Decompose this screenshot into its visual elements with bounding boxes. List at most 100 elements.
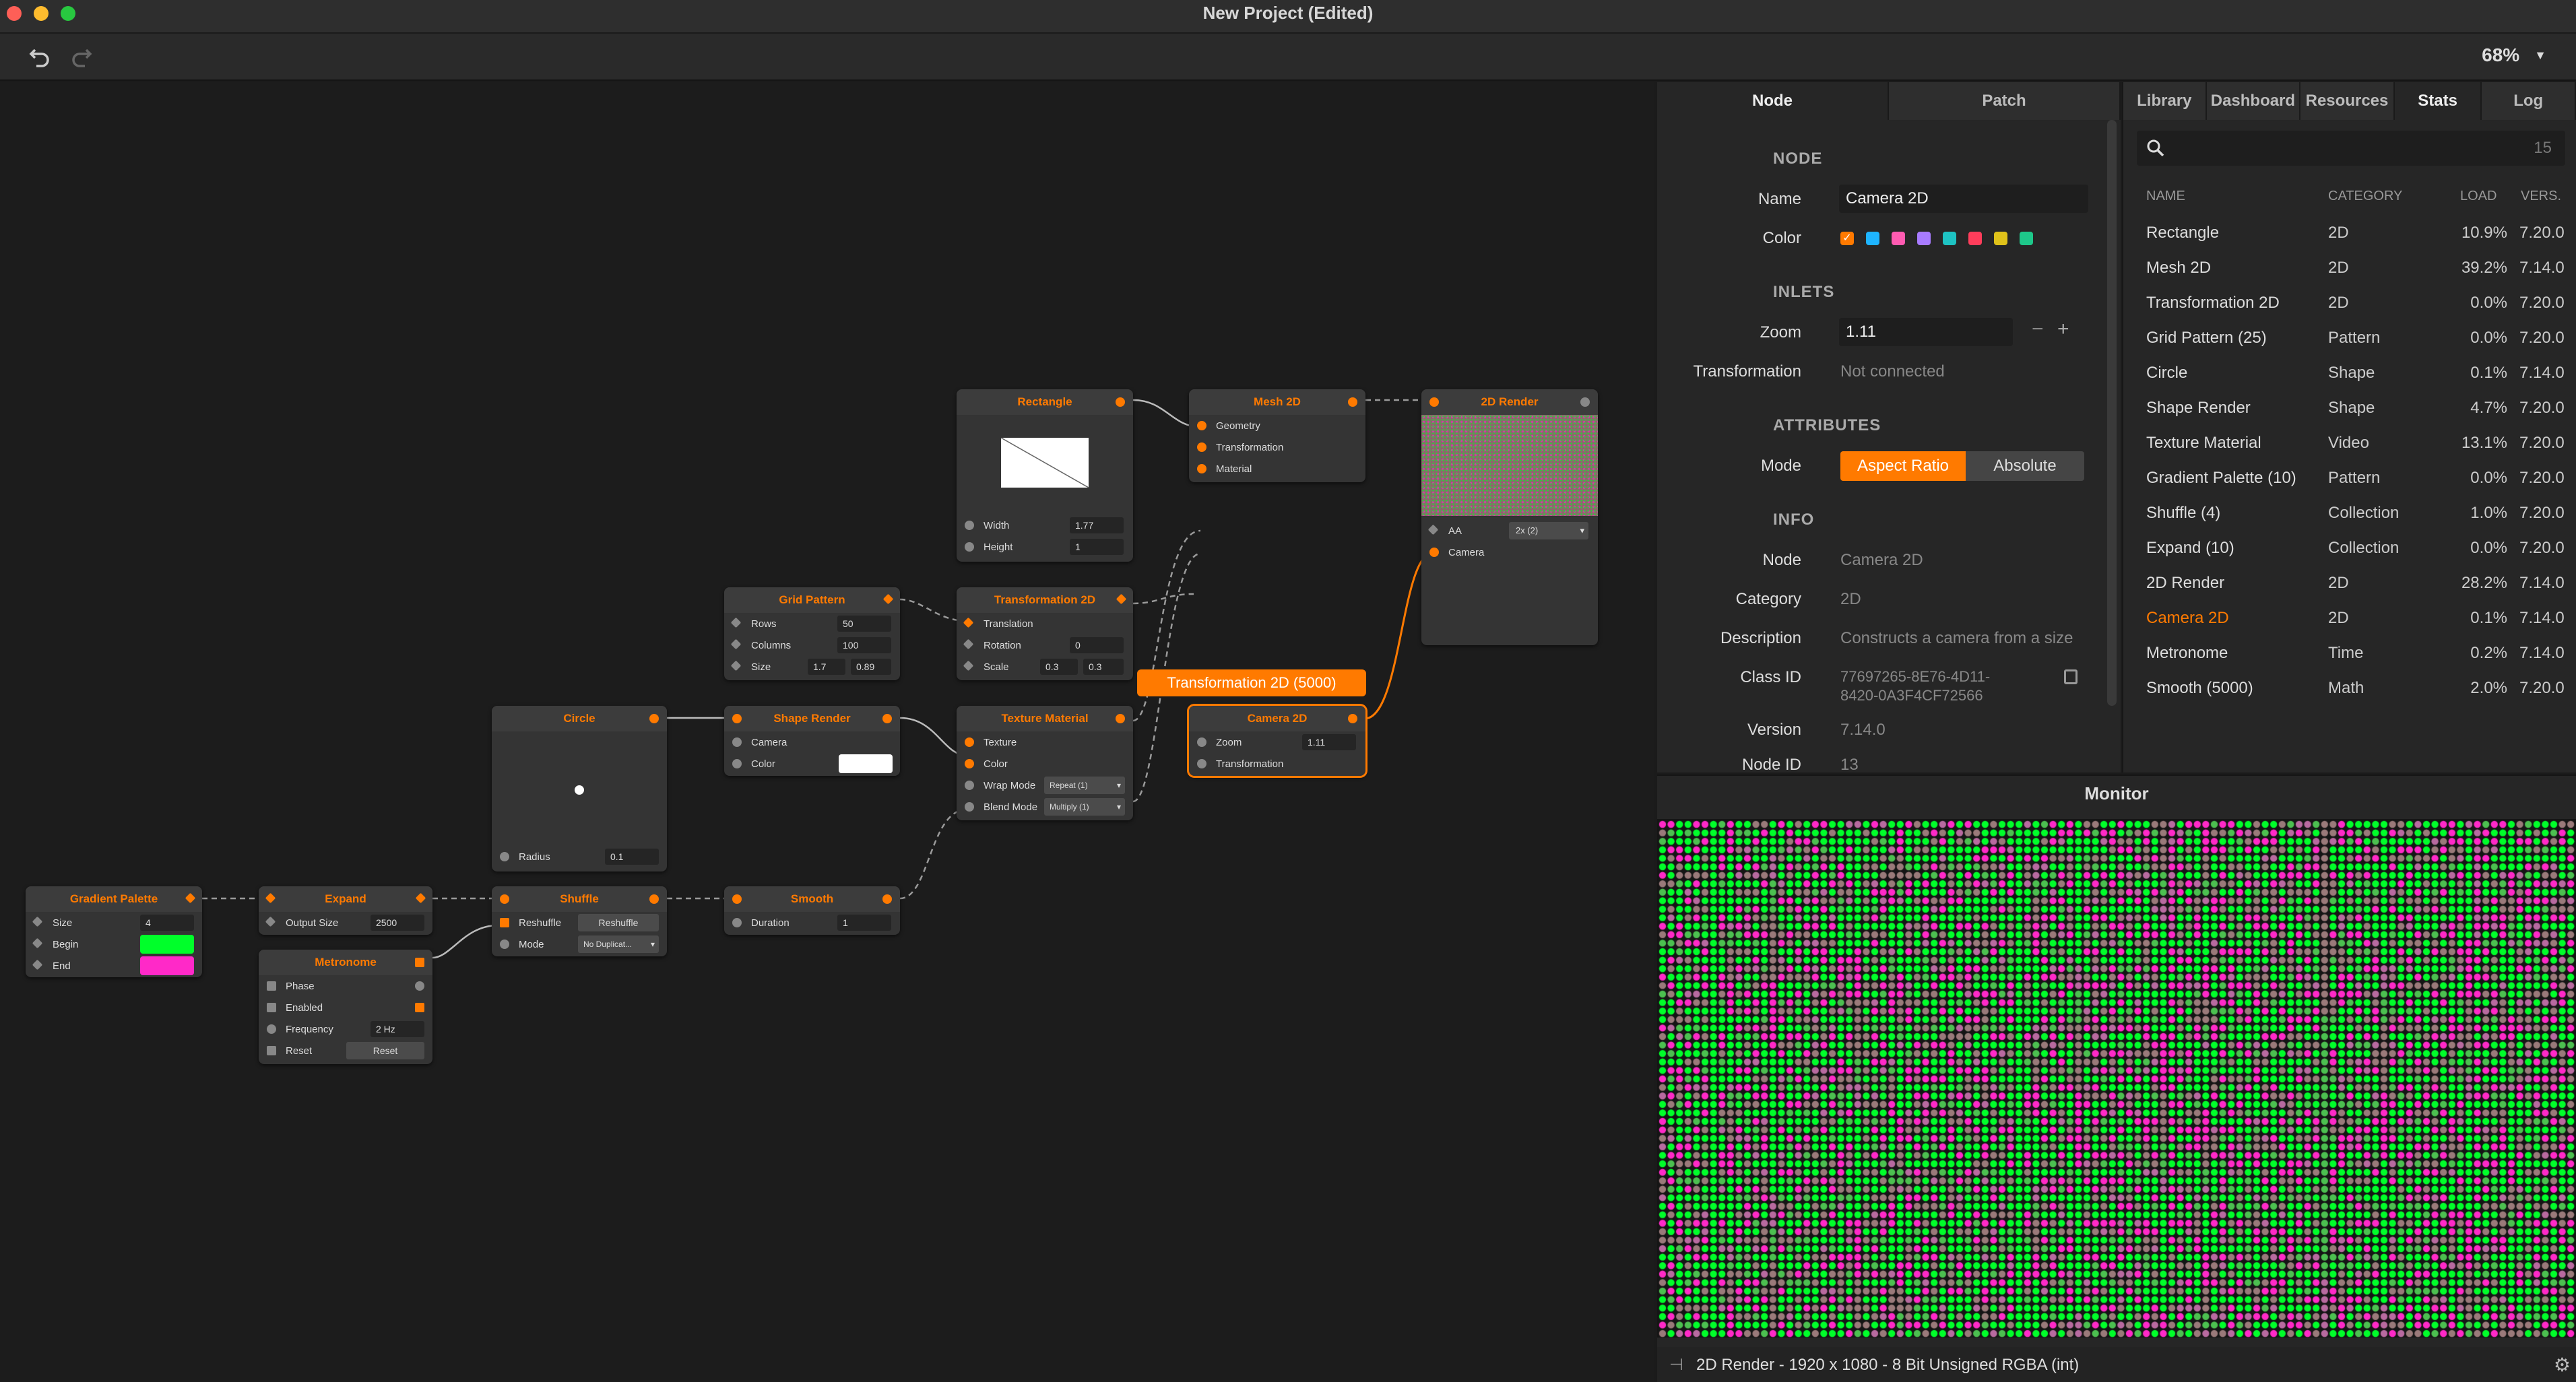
- table-row[interactable]: Rectangle 2D 10.9% 7.20.0: [2123, 216, 2576, 251]
- tab-patch[interactable]: Patch: [1889, 82, 2121, 120]
- table-row[interactable]: Grid Pattern (25) Pattern 0.0% 7.20.0: [2123, 321, 2576, 356]
- undo-icon[interactable]: [27, 43, 54, 70]
- inlet-port[interactable]: [1429, 397, 1439, 407]
- table-row[interactable]: Circle Shape 0.1% 7.14.0: [2123, 356, 2576, 391]
- inlet-port[interactable]: [500, 894, 509, 904]
- outlet-port[interactable]: [882, 894, 892, 904]
- color-swatch[interactable]: [839, 754, 893, 773]
- inlet-port[interactable]: [965, 542, 974, 552]
- node-smooth[interactable]: Smooth Duration 1: [724, 886, 900, 935]
- mode-dropdown[interactable]: No Duplicat... ▾: [578, 935, 659, 953]
- redo-icon[interactable]: [67, 43, 94, 70]
- table-row[interactable]: Camera 2D 2D 0.1% 7.14.0: [2123, 601, 2576, 636]
- inlet-port[interactable]: [965, 759, 974, 768]
- tab-library[interactable]: Library: [2123, 82, 2207, 120]
- aa-dropdown[interactable]: 2x (2) ▾: [1509, 522, 1588, 539]
- reset-button[interactable]: Reset: [346, 1042, 424, 1059]
- inlet-port[interactable]: [265, 916, 276, 927]
- column-header-load[interactable]: LOAD: [2460, 189, 2497, 204]
- outlet-port[interactable]: [1116, 714, 1125, 723]
- inlet-port[interactable]: [500, 918, 509, 927]
- inlet-port[interactable]: [1197, 759, 1206, 768]
- inlet-port[interactable]: [732, 737, 742, 747]
- node-camera-2d[interactable]: Camera 2D Zoom 1.11 Transformation: [1187, 704, 1367, 778]
- inlet-port[interactable]: [732, 714, 742, 723]
- columns-field[interactable]: 100: [837, 637, 891, 653]
- table-row[interactable]: Smooth (5000) Math 2.0% 7.20.0: [2123, 671, 2576, 706]
- size-field[interactable]: 4: [140, 915, 194, 931]
- color-swatch[interactable]: [1943, 232, 1956, 245]
- inlet-port[interactable]: [1197, 421, 1206, 430]
- duration-field[interactable]: 1: [837, 915, 891, 931]
- color-swatch[interactable]: [1994, 232, 2007, 245]
- inlet-port[interactable]: [267, 1003, 276, 1012]
- outlet-port[interactable]: [1348, 397, 1357, 407]
- inlet-port[interactable]: [32, 937, 43, 949]
- node-rectangle[interactable]: Rectangle Width 1.77 Height 1: [957, 389, 1133, 562]
- color-swatch[interactable]: [1968, 232, 1982, 245]
- size-height-field[interactable]: 0.89: [851, 659, 891, 675]
- inlet-port[interactable]: [965, 781, 974, 790]
- mode-aspect-ratio-button[interactable]: Aspect Ratio: [1840, 451, 1966, 481]
- color-swatch[interactable]: [2020, 232, 2033, 245]
- outlet-port[interactable]: [1580, 397, 1590, 407]
- outlet-port[interactable]: [882, 714, 892, 723]
- name-field[interactable]: Camera 2D: [1839, 185, 2088, 213]
- table-row[interactable]: Mesh 2D 2D 39.2% 7.14.0: [2123, 251, 2576, 286]
- table-row[interactable]: Expand (10) Collection 0.0% 7.20.0: [2123, 531, 2576, 566]
- tab-resources[interactable]: Resources: [2300, 82, 2395, 120]
- table-row[interactable]: Texture Material Video 13.1% 7.20.0: [2123, 426, 2576, 461]
- node-expand[interactable]: Expand Output Size 2500: [259, 886, 432, 935]
- outlet-port[interactable]: [1348, 714, 1357, 723]
- outlet-port[interactable]: [649, 894, 659, 904]
- node-canvas[interactable]: Gradient Palette Size 4 Begin End Expand …: [0, 82, 1654, 1382]
- tab-node[interactable]: Node: [1657, 82, 1889, 120]
- inspector-scrollbar[interactable]: [2107, 120, 2117, 706]
- node-gradient-palette[interactable]: Gradient Palette Size 4 Begin End: [26, 886, 202, 977]
- library-search-input[interactable]: 15: [2137, 131, 2565, 166]
- table-row[interactable]: Metronome Time 0.2% 7.14.0: [2123, 636, 2576, 671]
- scale-y-field[interactable]: 0.3: [1083, 659, 1124, 675]
- zoom-field[interactable]: 1.11: [1302, 734, 1356, 750]
- node-metronome[interactable]: Metronome Phase Enabled Frequency 2 Hz Re…: [259, 950, 432, 1064]
- table-row[interactable]: Shape Render Shape 4.7% 7.20.0: [2123, 391, 2576, 426]
- tab-log[interactable]: Log: [2482, 82, 2576, 120]
- width-field[interactable]: 1.77: [1070, 517, 1124, 533]
- mode-absolute-button[interactable]: Absolute: [1966, 451, 2084, 481]
- rows-field[interactable]: 50: [837, 616, 891, 632]
- inlet-port[interactable]: [500, 940, 509, 949]
- table-row[interactable]: Shuffle (4) Collection 1.0% 7.20.0: [2123, 496, 2576, 531]
- tab-stats[interactable]: Stats: [2394, 82, 2482, 120]
- column-header-version[interactable]: VERS.: [2521, 189, 2561, 204]
- inlet-port[interactable]: [732, 894, 742, 904]
- inlet-port[interactable]: [730, 660, 742, 671]
- outlet-port[interactable]: [415, 958, 424, 967]
- inlet-port[interactable]: [1429, 548, 1439, 557]
- tab-dashboard[interactable]: Dashboard: [2206, 82, 2301, 120]
- reshuffle-button[interactable]: Reshuffle: [578, 914, 659, 931]
- color-swatch[interactable]: [1866, 232, 1879, 245]
- frequency-field[interactable]: 2 Hz: [371, 1021, 424, 1037]
- zoom-increment-button[interactable]: +: [2057, 318, 2069, 341]
- node-mesh-2d[interactable]: Mesh 2D Geometry Transformation Material: [1189, 389, 1365, 482]
- inlet-port[interactable]: [732, 918, 742, 927]
- rotation-field[interactable]: 0: [1070, 637, 1124, 653]
- inlet-port[interactable]: [500, 852, 509, 861]
- inlet-port[interactable]: [963, 660, 974, 671]
- table-row[interactable]: Gradient Palette (10) Pattern 0.0% 7.20.0: [2123, 461, 2576, 496]
- table-row[interactable]: Transformation 2D 2D 0.0% 7.20.0: [2123, 286, 2576, 321]
- node-transformation-2d[interactable]: Transformation 2D Translation Rotation 0 …: [957, 587, 1133, 680]
- inlet-port[interactable]: [732, 759, 742, 768]
- zoom-field[interactable]: 1.11: [1839, 318, 2013, 346]
- node-2d-render[interactable]: 2D Render AA 2x (2) ▾ Camera: [1421, 389, 1598, 645]
- node-texture-material[interactable]: Texture Material Texture Color Wrap Mode…: [957, 706, 1133, 820]
- node-grid-pattern[interactable]: Grid Pattern Rows 50 Columns 100 Size 1.7 0.…: [724, 587, 900, 680]
- color-swatch[interactable]: [1892, 232, 1905, 245]
- inlet-port[interactable]: [730, 617, 742, 628]
- wrap-mode-dropdown[interactable]: Repeat (1) ▾: [1044, 777, 1125, 794]
- scale-x-field[interactable]: 0.3: [1040, 659, 1078, 675]
- color-swatch-orange-checked[interactable]: ✓: [1840, 232, 1854, 245]
- inlet-port[interactable]: [32, 959, 43, 970]
- gear-icon[interactable]: ⚙: [2554, 1347, 2571, 1382]
- zoom-select[interactable]: 68% ▼: [2482, 44, 2546, 66]
